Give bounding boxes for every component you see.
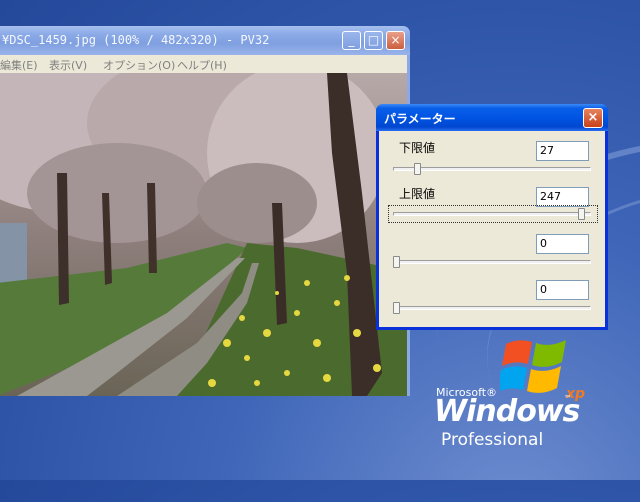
dialog-close-button[interactable]: ×: [583, 108, 603, 128]
parameter-dialog[interactable]: パラメーター × 下限値 27 上限値 247 0 0: [376, 104, 608, 330]
param-slider-lower[interactable]: [393, 167, 591, 171]
param-slider-lower-thumb[interactable]: [414, 163, 421, 175]
param-field-3[interactable]: 0: [536, 234, 589, 254]
menu-edit[interactable]: 編集(E): [0, 57, 38, 73]
menu-view[interactable]: 表示(V): [49, 57, 87, 73]
windows-text: Windows: [434, 394, 580, 429]
windows-xp-logo: Microsoft® Windows xp ™ Professional: [434, 330, 636, 460]
menu-help[interactable]: ヘルプ(H): [177, 57, 227, 73]
menu-options[interactable]: オプション(O): [103, 57, 175, 73]
param-label-upper: 上限値: [399, 187, 436, 201]
viewer-window[interactable]: ¥DSC_1459.jpg (100% / 482x320) - PV32 _ …: [0, 26, 410, 396]
viewer-title: ¥DSC_1459.jpg (100% / 482x320) - PV32: [2, 33, 270, 47]
photo-image: [0, 73, 407, 396]
photo-cherry-blossom-path[interactable]: [0, 73, 410, 396]
param-label-lower: 下限値: [399, 141, 436, 155]
edition-text: Professional: [441, 430, 544, 450]
param-field-4[interactable]: 0: [536, 280, 589, 300]
param-slider-upper[interactable]: [393, 212, 591, 216]
minimize-button[interactable]: _: [342, 31, 361, 50]
dialog-titlebar[interactable]: パラメーター ×: [376, 104, 608, 131]
param-field-lower[interactable]: 27: [536, 141, 589, 161]
close-button[interactable]: ×: [386, 31, 405, 50]
param-slider-3-thumb[interactable]: [393, 256, 400, 268]
param-slider-4[interactable]: [393, 306, 591, 310]
viewer-menubar: 編集(E) 表示(V) オプション(O) ヘルプ(H): [0, 55, 410, 73]
param-slider-3[interactable]: [393, 260, 591, 264]
param-slider-upper-thumb[interactable]: [578, 208, 586, 220]
dialog-title: パラメーター: [384, 112, 456, 126]
trademark-text: ™: [564, 394, 572, 403]
param-field-upper[interactable]: 247: [536, 187, 589, 207]
viewer-titlebar[interactable]: ¥DSC_1459.jpg (100% / 482x320) - PV32 _ …: [0, 26, 410, 55]
maximize-button[interactable]: □: [364, 31, 383, 50]
param-slider-4-thumb[interactable]: [393, 302, 400, 314]
windows-flag-icon: [500, 340, 566, 393]
